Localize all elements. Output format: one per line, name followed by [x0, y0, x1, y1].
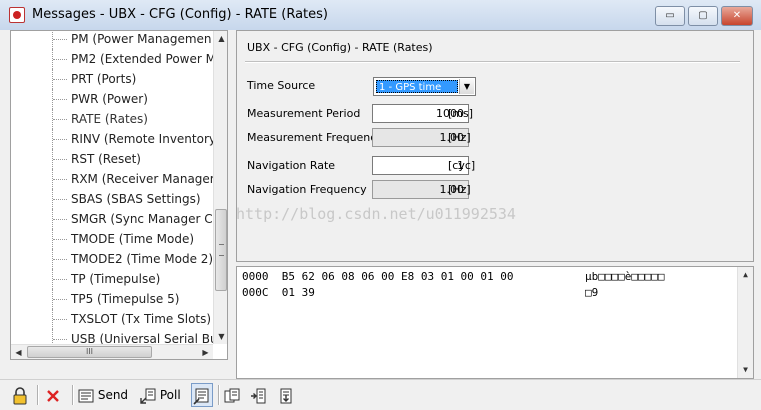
navigation-rate-unit: [cyc] — [448, 159, 476, 172]
export-button[interactable] — [278, 384, 298, 406]
tree-item-tp[interactable]: TP (Timepulse) — [11, 269, 213, 289]
navigation-frequency-label: Navigation Frequency — [247, 183, 367, 196]
window-title: Messages - UBX - CFG (Config) - RATE (Ra… — [32, 7, 328, 22]
scroll-down-icon[interactable]: ▼ — [214, 329, 227, 344]
time-source-label: Time Source — [247, 79, 316, 92]
auto-poll-toggle[interactable] — [191, 383, 213, 407]
tree-item-tmode2[interactable]: TMODE2 (Time Mode 2) — [11, 249, 213, 269]
delete-icon — [47, 389, 59, 402]
toolbar-separator — [37, 385, 39, 405]
measurement-frequency-unit: [Hz] — [448, 131, 471, 144]
lock-button[interactable] — [12, 384, 32, 406]
hex-ascii: µb□□□□è□□□□□ — [585, 270, 665, 283]
time-source-value: 1 - GPS time — [376, 80, 458, 93]
poll-icon — [140, 388, 156, 404]
time-source-select[interactable]: 1 - GPS time ▼ — [373, 77, 476, 96]
import-icon — [251, 388, 266, 403]
export-icon — [280, 388, 292, 403]
navigation-rate-label: Navigation Rate — [247, 159, 336, 172]
tree-item-rate[interactable]: RATE (Rates) — [11, 109, 213, 129]
horizontal-scrollbar-thumb[interactable]: III — [27, 346, 152, 358]
copy-icon — [224, 388, 240, 402]
import-button[interactable] — [250, 384, 270, 406]
app-icon — [9, 7, 25, 23]
tree-item-txslot[interactable]: TXSLOT (Tx Time Slots) — [11, 309, 213, 329]
auto-poll-icon — [193, 388, 209, 405]
tree-item-prt[interactable]: PRT (Ports) — [11, 69, 213, 89]
maximize-button[interactable]: ▢ — [688, 6, 718, 26]
poll-label: Poll — [159, 388, 181, 402]
scroll-up-icon[interactable]: ▲ — [214, 31, 227, 46]
scrollbar-thumb[interactable] — [215, 209, 227, 291]
config-panel: UBX - CFG (Config) - RATE (Rates) Time S… — [236, 30, 754, 262]
tree-item-pm2[interactable]: PM2 (Extended Power M — [11, 49, 213, 69]
close-button[interactable]: ✕ — [721, 6, 753, 26]
send-button[interactable]: Send — [78, 384, 134, 406]
hex-row: 000C 01 39 — [242, 286, 315, 299]
message-tree: PM (Power Managemen PM2 (Extended Power … — [10, 30, 228, 360]
measurement-frequency-label: Measurement Frequency — [247, 131, 383, 144]
hex-view: 0000 B5 62 06 08 06 00 E8 03 01 00 01 00… — [236, 266, 754, 379]
navigation-frequency-unit: [Hz] — [448, 183, 471, 196]
hex-scrollbar[interactable]: ▲ ▼ — [737, 267, 753, 378]
tree-item-pm[interactable]: PM (Power Managemen — [11, 31, 213, 49]
tree-item-tmode[interactable]: TMODE (Time Mode) — [11, 229, 213, 249]
toolbar-separator — [218, 385, 220, 405]
tree-item-rinv[interactable]: RINV (Remote Inventory — [11, 129, 213, 149]
tree-item-rxm[interactable]: RXM (Receiver Manager — [11, 169, 213, 189]
chevron-down-icon[interactable]: ▼ — [459, 79, 474, 94]
config-header: UBX - CFG (Config) - RATE (Rates) — [247, 41, 433, 54]
toolbar-separator — [72, 385, 74, 405]
tree-item-tp5[interactable]: TP5 (Timepulse 5) — [11, 289, 213, 309]
hex-row: 0000 B5 62 06 08 06 00 E8 03 01 00 01 00 — [242, 270, 514, 283]
measurement-period-unit: [ms] — [448, 107, 474, 120]
bottom-toolbar: Send Poll — [0, 379, 761, 410]
scroll-right-icon[interactable]: ▶ — [198, 345, 213, 359]
tree-item-smgr[interactable]: SMGR (Sync Manager C — [11, 209, 213, 229]
send-icon — [78, 389, 94, 402]
poll-button[interactable]: Poll — [140, 384, 188, 406]
title-bar: Messages - UBX - CFG (Config) - RATE (Ra… — [0, 0, 761, 31]
scroll-up-icon[interactable]: ▲ — [738, 267, 753, 282]
tree-horizontal-scrollbar[interactable]: ◀ III ▶ — [11, 344, 213, 359]
tree-item-rst[interactable]: RST (Reset) — [11, 149, 213, 169]
divider — [245, 61, 740, 63]
tree-item-pwr[interactable]: PWR (Power) — [11, 89, 213, 109]
tree-item-sbas[interactable]: SBAS (SBAS Settings) — [11, 189, 213, 209]
lock-icon — [13, 386, 27, 404]
hex-ascii: □9 — [585, 286, 599, 299]
tree-vertical-scrollbar[interactable]: ▲ ▼ — [213, 31, 227, 344]
minimize-button[interactable]: ▭ — [655, 6, 685, 26]
delete-button[interactable] — [46, 384, 66, 406]
scroll-down-icon[interactable]: ▼ — [738, 362, 753, 377]
send-label: Send — [97, 388, 129, 402]
scroll-left-icon[interactable]: ◀ — [11, 345, 26, 359]
watermark: http://blog.csdn.net/u011992534 — [236, 205, 516, 223]
measurement-period-label: Measurement Period — [247, 107, 361, 120]
copy-button[interactable] — [224, 384, 244, 406]
